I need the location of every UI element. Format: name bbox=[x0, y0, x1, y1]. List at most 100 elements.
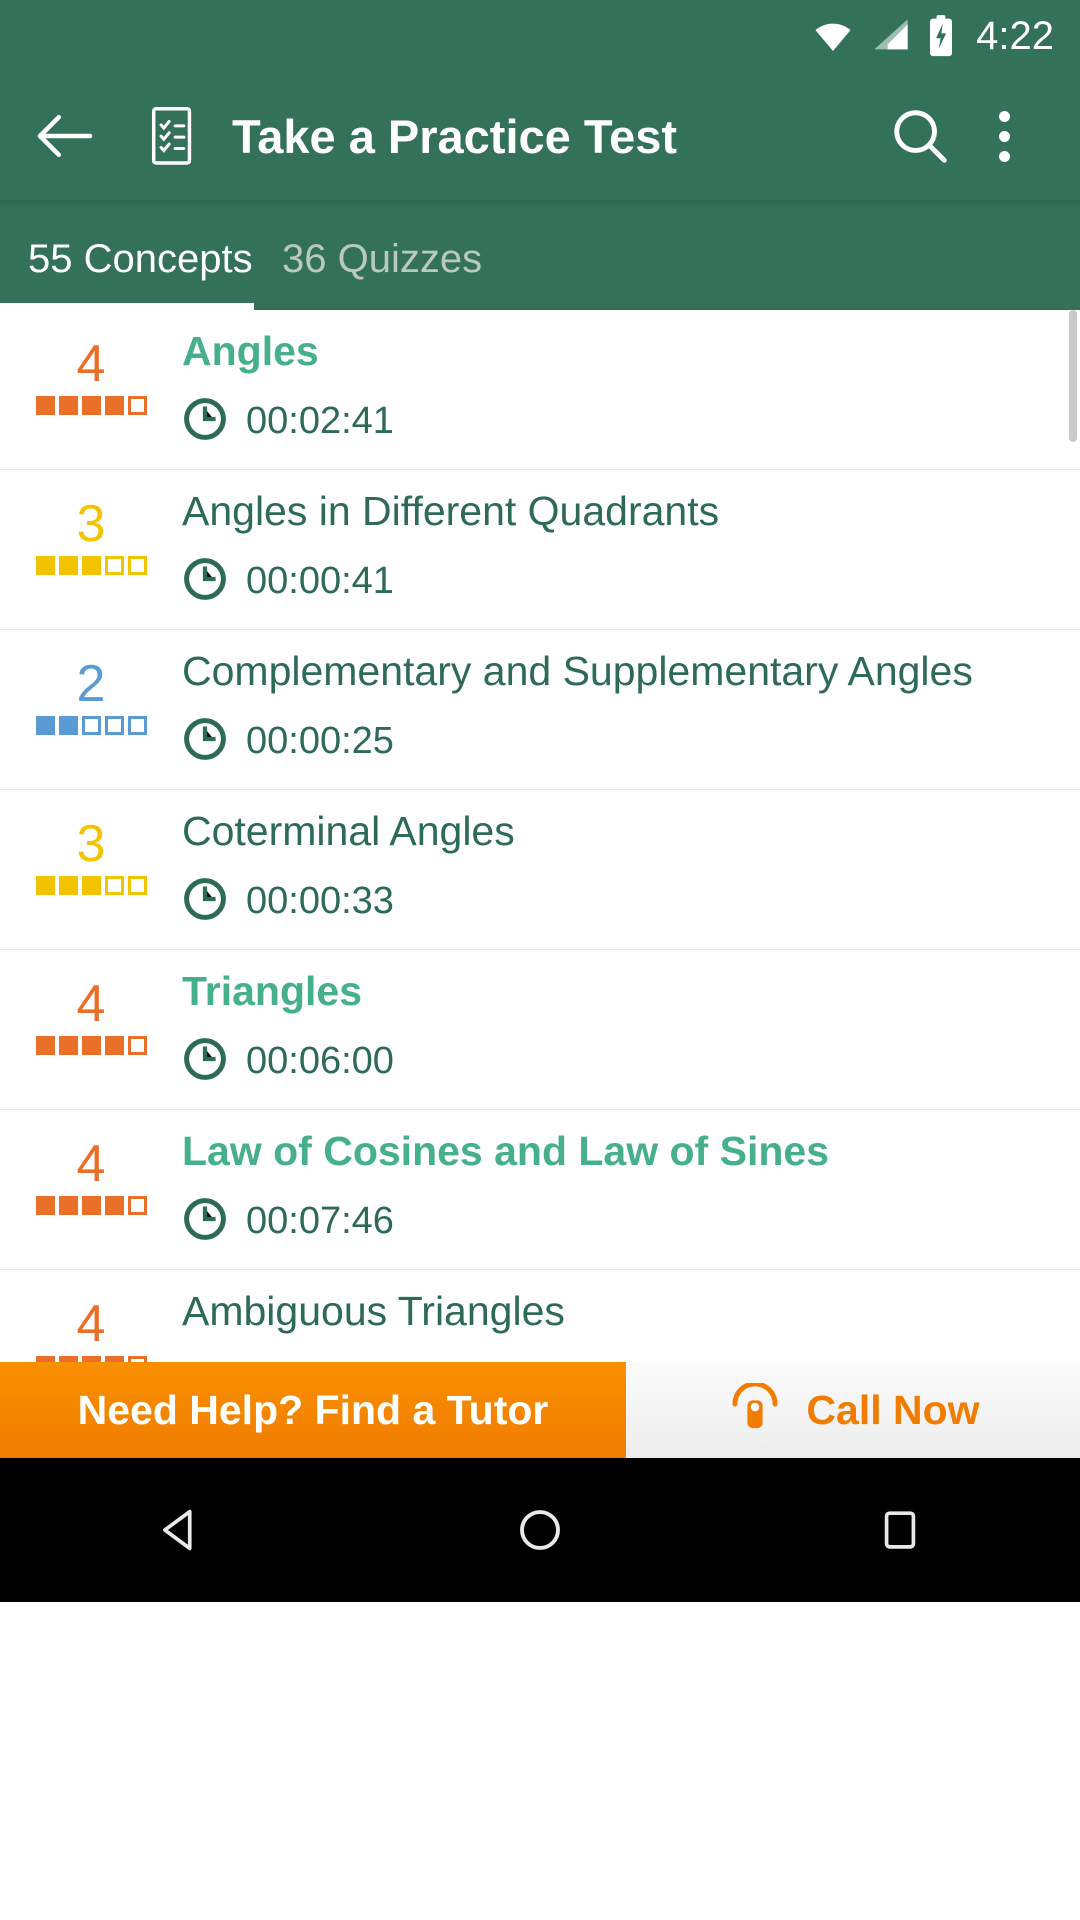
concept-title: Law of Cosines and Law of Sines bbox=[182, 1128, 829, 1174]
score-square-empty bbox=[104, 876, 124, 895]
score-square-filled bbox=[81, 876, 101, 895]
nav-back-button[interactable] bbox=[100, 1504, 260, 1556]
time-value: 00:00:41 bbox=[246, 560, 394, 602]
phone-screen: 4:22 Take a Practice Test 55 Concepts 36… bbox=[0, 0, 1080, 1920]
clock-icon bbox=[182, 1036, 228, 1087]
clock-icon bbox=[182, 876, 228, 927]
score-square-empty bbox=[127, 1036, 147, 1055]
status-bar: 4:22 bbox=[0, 0, 1080, 72]
tab-concepts-label: 55 Concepts bbox=[28, 236, 253, 281]
score-indicator: 4 bbox=[0, 1288, 182, 1362]
score-square-filled bbox=[81, 556, 101, 575]
score-square-filled bbox=[58, 1356, 78, 1362]
nav-home-button[interactable] bbox=[460, 1504, 620, 1556]
more-options-button[interactable] bbox=[962, 110, 1046, 162]
back-button[interactable] bbox=[34, 111, 108, 161]
score-indicator: 4 bbox=[0, 1128, 182, 1215]
app-bar: Take a Practice Test bbox=[0, 72, 1080, 200]
search-button[interactable] bbox=[878, 105, 962, 167]
time-spent: 00:00:41 bbox=[182, 556, 1056, 607]
score-square-filled bbox=[58, 556, 78, 575]
concept-row[interactable]: 4 Angles 00:02:41 bbox=[0, 310, 1080, 470]
score-square-empty bbox=[127, 556, 147, 575]
concept-title: Triangles bbox=[182, 968, 363, 1014]
find-a-tutor-label: Need Help? Find a Tutor bbox=[77, 1386, 549, 1433]
status-bar-clock: 4:22 bbox=[976, 13, 1054, 58]
score-square-filled bbox=[35, 556, 55, 575]
score-square-filled bbox=[58, 396, 78, 415]
concept-row-content: Triangles 00:06:00 bbox=[182, 968, 1080, 1087]
score-square-filled bbox=[35, 396, 55, 415]
score-square-filled bbox=[58, 1196, 78, 1215]
concept-row[interactable]: 4 Triangles 00:06:00 bbox=[0, 950, 1080, 1110]
battery-charging-icon bbox=[926, 14, 956, 58]
find-a-tutor-button[interactable]: Need Help? Find a Tutor bbox=[0, 1362, 626, 1458]
tutor-banner: Need Help? Find a Tutor Call Now bbox=[0, 1362, 1080, 1458]
score-square-filled bbox=[35, 716, 55, 735]
practice-test-document-icon bbox=[150, 106, 198, 166]
clock-icon bbox=[182, 396, 228, 447]
score-number: 4 bbox=[76, 1135, 106, 1193]
app-bar-shadow bbox=[0, 200, 1080, 208]
score-square-empty bbox=[127, 716, 147, 735]
score-square-filled bbox=[81, 1196, 101, 1215]
score-squares bbox=[35, 1036, 147, 1055]
concept-row-content: Angles in Different Quadrants 00:00:41 bbox=[182, 488, 1080, 607]
tab-quizzes[interactable]: 36 Quizzes bbox=[254, 208, 508, 310]
score-number: 3 bbox=[76, 495, 106, 553]
time-value: 00:07:46 bbox=[246, 1200, 394, 1242]
time-spent: 00:02:41 bbox=[182, 396, 1056, 447]
score-square-empty bbox=[104, 556, 124, 575]
score-square-empty bbox=[104, 716, 124, 735]
score-square-filled bbox=[58, 716, 78, 735]
concept-row[interactable]: 4 Law of Cosines and Law of Sines 00:07:46 bbox=[0, 1110, 1080, 1270]
wifi-icon bbox=[810, 16, 856, 56]
score-square-filled bbox=[81, 1036, 101, 1055]
score-square-empty bbox=[127, 876, 147, 895]
score-square-filled bbox=[81, 396, 101, 415]
score-number: 4 bbox=[76, 975, 106, 1033]
clock-icon bbox=[182, 1196, 228, 1247]
concept-title: Complementary and Supplementary Angles bbox=[182, 648, 973, 694]
score-square-filled bbox=[58, 1036, 78, 1055]
concept-row[interactable]: 2 Complementary and Supplementary Angles 0… bbox=[0, 630, 1080, 790]
concept-row-content: Complementary and Supplementary Angles 00… bbox=[182, 648, 1080, 767]
score-square-empty bbox=[127, 396, 147, 415]
concept-row-content: Law of Cosines and Law of Sines 00:07:46 bbox=[182, 1128, 1080, 1247]
score-number: 4 bbox=[76, 335, 106, 393]
concept-row[interactable]: 3 Angles in Different Quadrants 00:00:41 bbox=[0, 470, 1080, 630]
call-now-button[interactable]: Call Now bbox=[626, 1362, 1080, 1458]
concept-title: Angles bbox=[182, 328, 319, 374]
concept-row[interactable]: 4 Ambiguous Triangles bbox=[0, 1270, 1080, 1362]
score-squares bbox=[35, 396, 147, 415]
score-square-empty bbox=[81, 716, 101, 735]
score-square-filled bbox=[104, 396, 124, 415]
concept-list[interactable]: 4 Angles 00:02:41 3 Angles in Different Quad… bbox=[0, 310, 1080, 1362]
score-square-filled bbox=[35, 876, 55, 895]
score-square-filled bbox=[81, 1356, 101, 1362]
time-spent: 00:07:46 bbox=[182, 1196, 1056, 1247]
tab-concepts[interactable]: 55 Concepts bbox=[0, 208, 254, 310]
time-spent: 00:00:25 bbox=[182, 716, 1056, 767]
concept-row[interactable]: 3 Coterminal Angles 00:00:33 bbox=[0, 790, 1080, 950]
nav-back-icon bbox=[162, 1509, 192, 1551]
score-square-filled bbox=[104, 1196, 124, 1215]
clock-icon bbox=[182, 716, 228, 767]
concept-row-content: Angles 00:02:41 bbox=[182, 328, 1080, 447]
score-number: 4 bbox=[76, 1295, 106, 1353]
page-title: Take a Practice Test bbox=[232, 109, 678, 163]
score-square-filled bbox=[35, 1356, 55, 1362]
time-spent: 00:00:33 bbox=[182, 876, 1056, 927]
clock-icon bbox=[182, 556, 228, 607]
tab-bar: 55 Concepts 36 Quizzes bbox=[0, 208, 1080, 310]
list-scrollbar[interactable] bbox=[1069, 310, 1077, 442]
concept-title: Ambiguous Triangles bbox=[182, 1288, 565, 1334]
score-square-filled bbox=[104, 1036, 124, 1055]
nav-recents-button[interactable] bbox=[820, 1507, 980, 1553]
concept-title: Coterminal Angles bbox=[182, 808, 515, 854]
score-squares bbox=[35, 716, 147, 735]
score-squares bbox=[35, 1196, 147, 1215]
call-now-label: Call Now bbox=[806, 1386, 980, 1433]
concept-title: Angles in Different Quadrants bbox=[182, 488, 720, 534]
score-squares bbox=[35, 1356, 147, 1362]
